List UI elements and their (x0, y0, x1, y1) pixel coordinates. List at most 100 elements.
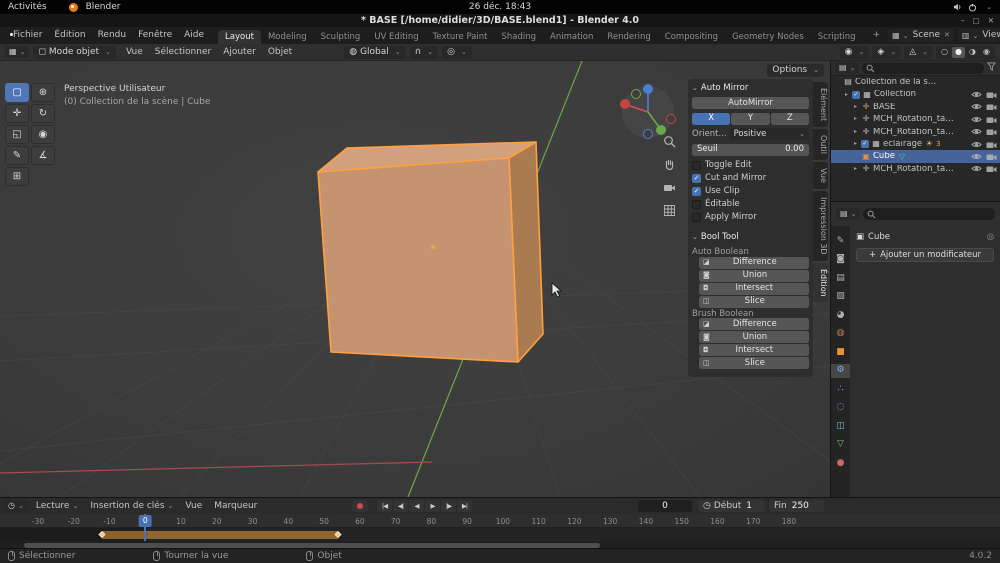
hide-viewport-eye-icon[interactable] (970, 102, 983, 111)
viewport-3d[interactable]: Perspective Utilisateur (0) Collection d… (0, 61, 830, 497)
outliner-row-mch-rotation-target[interactable]: ▸✛MCH_Rotation_target (831, 113, 1000, 125)
shading-rendered-button[interactable]: ◉ (980, 47, 993, 58)
properties-search[interactable] (863, 208, 995, 220)
option-cut-and-mirror[interactable]: ✓Cut and Mirror (692, 172, 809, 185)
window-titlebar[interactable]: * BASE [/home/didier/3D/BASE.blend1] - B… (0, 14, 1000, 27)
disable-render-camera-icon[interactable] (985, 127, 998, 136)
viewport-menu-vue[interactable]: Vue (120, 46, 149, 59)
timeline-menu-lecture[interactable]: Lecture (30, 500, 85, 513)
toggle-ortho-icon[interactable] (661, 202, 677, 218)
workspace-tab-layout[interactable]: Layout (218, 30, 261, 45)
option-editable[interactable]: Éditable (692, 198, 809, 211)
workspace-tab-texture-paint[interactable]: Texture Paint (426, 30, 495, 45)
snap-dropdown[interactable]: ∩ (410, 46, 438, 59)
outliner-search[interactable] (862, 63, 984, 74)
editor-type-outliner-icon[interactable]: ▤ (835, 62, 859, 74)
panel-header-bool-tool[interactable]: ⌄ Bool Tool (692, 232, 809, 243)
properties-tab-render[interactable]: ◙ (831, 253, 850, 267)
current-frame-chip[interactable]: 0 (139, 515, 152, 527)
properties-tab-view-layer[interactable]: ▧ (831, 290, 850, 304)
brush-boolean-slice-button[interactable]: ◫Slice (699, 357, 809, 369)
maximize-icon[interactable]: ▢ (973, 17, 980, 25)
viewport-menu-objet[interactable]: Objet (262, 46, 298, 59)
workspace-tab-modeling[interactable]: Modeling (261, 30, 314, 45)
rotate-tool[interactable]: ↻ (31, 104, 55, 123)
properties-tab-world[interactable]: ◍ (831, 327, 850, 341)
timeline-menu-marqueur[interactable]: Marqueur (208, 500, 263, 513)
menu-rendu[interactable]: Rendu (92, 29, 133, 42)
activities-button[interactable]: Activités (8, 3, 47, 12)
expand-arrow-icon[interactable]: ▸ (843, 92, 850, 98)
clock[interactable]: 26 déc. 18:43 (469, 3, 531, 12)
scale-tool[interactable]: ◱ (5, 125, 29, 144)
hide-viewport-eye-icon[interactable] (970, 127, 983, 136)
shading-material-button[interactable]: ◑ (966, 47, 979, 58)
panel-header-auto-mirror[interactable]: ⌄ Auto Mirror (692, 83, 809, 94)
expand-arrow-icon[interactable]: ▸ (852, 141, 859, 147)
workspace-tab-shading[interactable]: Shading (495, 30, 544, 45)
properties-tab-particles[interactable]: ∴ (831, 382, 850, 396)
auto-boolean-union-button[interactable]: ◙Union (699, 270, 809, 282)
add-modifier-button[interactable]: + Ajouter un modificateur (856, 248, 994, 262)
next-keyframe-button[interactable]: |▶ (441, 500, 456, 512)
dopesheet-track[interactable] (0, 528, 1000, 541)
outliner-row-mch-rotation-target[interactable]: ▸✛MCH_Rotation_target (831, 126, 1000, 138)
annotate-tool[interactable]: ✎ (5, 146, 29, 165)
move-tool[interactable]: ✛ (5, 104, 29, 123)
cube-object[interactable] (318, 142, 543, 362)
hide-viewport-eye-icon[interactable] (970, 115, 983, 124)
shading-wireframe-button[interactable]: ○ (938, 47, 951, 58)
outliner-row-cube[interactable]: ▣Cube▽ (831, 150, 1000, 162)
object-visibility-dropdown[interactable]: ◉ (840, 46, 870, 59)
cursor-tool[interactable]: ⊕ (31, 83, 55, 102)
gizmo-x-neg[interactable] (667, 115, 676, 124)
mirror-axis-z[interactable]: Z (771, 113, 809, 125)
gizmos-dropdown[interactable]: ◈ (872, 46, 901, 59)
scene-selector[interactable]: ▦ Scene (888, 29, 954, 42)
menu-fenetre[interactable]: Fenêtre (132, 29, 178, 42)
sidebar-tab-impression-3d[interactable]: Impression 3D (813, 191, 828, 261)
measure-tool[interactable]: ∡ (31, 146, 55, 165)
mode-selector[interactable]: ◻ Mode objet (33, 46, 116, 59)
frame-start-field[interactable]: ◷ Début1 (698, 500, 765, 512)
hide-viewport-eye-icon[interactable] (970, 140, 983, 149)
frame-end-field[interactable]: Fin250 (769, 500, 824, 512)
brush-boolean-difference-button[interactable]: ◪Difference (699, 318, 809, 330)
properties-tab-tool[interactable]: ✎ (831, 234, 850, 248)
editor-type-3d-icon[interactable]: ▦ (5, 46, 29, 58)
editor-type-properties-icon[interactable]: ▤ (836, 208, 860, 220)
pan-hand-icon[interactable] (661, 156, 677, 172)
browse-viewlayer-icon[interactable]: ▥ (962, 32, 978, 40)
viewlayer-selector[interactable]: ▥ ViewLayer (958, 29, 1000, 42)
disable-render-camera-icon[interactable] (985, 102, 998, 111)
zoom-icon[interactable] (661, 133, 677, 149)
proportional-edit-dropdown[interactable]: ◎ (442, 46, 472, 59)
auto-keyframe-toggle[interactable] (352, 500, 368, 512)
workspace-tab-compositing[interactable]: Compositing (658, 30, 725, 45)
expand-arrow-icon[interactable]: ▸ (852, 104, 859, 110)
automirror-button[interactable]: AutoMirror (692, 97, 809, 109)
hide-viewport-eye-icon[interactable] (970, 90, 983, 99)
gizmo-z-neg[interactable] (644, 130, 653, 139)
current-frame-field[interactable]: 0 (638, 500, 692, 512)
add-workspace-button[interactable]: + (867, 30, 887, 41)
auto-boolean-slice-button[interactable]: ◫Slice (699, 296, 809, 308)
properties-tab-object-data[interactable]: ▽ (831, 438, 850, 452)
close-icon[interactable]: ✕ (988, 17, 994, 25)
prev-keyframe-button[interactable]: ◀| (393, 500, 408, 512)
minimize-icon[interactable]: – (961, 17, 965, 25)
properties-tab-modifiers[interactable]: ⚙ (831, 364, 850, 378)
workspace-tab-rendering[interactable]: Rendering (600, 30, 657, 45)
disable-render-camera-icon[interactable] (985, 152, 998, 161)
pin-icon[interactable]: ◎ (987, 233, 994, 242)
sidebar-tab-element[interactable]: Élément (813, 82, 828, 127)
sidebar-tab-edition[interactable]: Édition (813, 263, 828, 303)
auto-boolean-difference-button[interactable]: ◪Difference (699, 257, 809, 269)
add-cube-tool[interactable]: ⊞ (5, 167, 29, 186)
properties-tab-constraints[interactable]: ◫ (831, 419, 850, 433)
app-name-menu[interactable]: Blender (86, 3, 121, 12)
system-tray[interactable] (953, 3, 992, 12)
properties-tab-material[interactable]: ● (831, 456, 850, 470)
disable-render-camera-icon[interactable] (985, 164, 998, 173)
menu-fichier[interactable]: Fichier (7, 29, 48, 42)
